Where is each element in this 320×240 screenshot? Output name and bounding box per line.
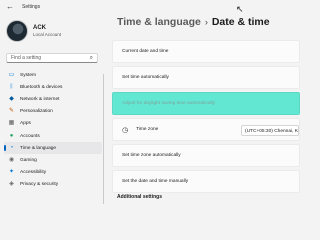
sidebar-item-privacy-security[interactable]: ◈ Privacy & security — [4, 179, 102, 191]
sidebar: ACK Local Account Find a setting ⌕ ▭ Syst… — [0, 14, 105, 210]
sidebar-item-gaming[interactable]: ◉ Gaming — [4, 154, 102, 166]
breadcrumb: Time & language › Date & time — [117, 16, 270, 28]
search-icon[interactable]: ⌕ — [90, 55, 93, 62]
sidebar-item-network-internet[interactable]: ◆ Network & internet — [4, 93, 102, 105]
sidebar-item-accessibility[interactable]: ✦ Accessibility — [4, 167, 102, 179]
sidebar-item-label: Privacy & security — [20, 182, 59, 188]
breadcrumb-parent[interactable]: Time & language — [117, 16, 201, 28]
user-name: ACK — [33, 25, 46, 31]
set-time-zone-automatically-row[interactable]: Set time zone automatically — [112, 144, 300, 167]
additional-settings-heading: Additional settings — [117, 194, 162, 200]
sidebar-item-bluetooth-devices[interactable]: ᛒ Bluetooth & devices — [4, 81, 102, 93]
daylight-saving-label: Adjust for daylight saving time automati… — [122, 101, 216, 106]
sidebar-item-apps[interactable]: ▦ Apps — [4, 118, 102, 130]
sidebar-item-label: System — [20, 72, 36, 78]
sidebar-item-label: Personalization — [20, 109, 53, 115]
sidebar-item-label: Gaming — [20, 157, 37, 163]
current-date-time-row: Current date and time — [112, 40, 300, 63]
current-date-time-label: Current date and time — [122, 49, 169, 54]
sidebar-item-label: Apps — [20, 121, 31, 127]
search-input[interactable]: Find a setting ⌕ — [6, 53, 98, 63]
time-zone-label: Time zone — [136, 127, 159, 132]
set-time-zone-automatically-label: Set time zone automatically — [122, 153, 181, 158]
account-type: Local Account — [33, 32, 62, 37]
sidebar-item-label: Network & internet — [20, 96, 60, 102]
page-title: Date & time — [211, 16, 270, 28]
sidebar-item-label: Bluetooth & devices — [20, 84, 63, 90]
daylight-saving-row[interactable]: Adjust for daylight saving time automati… — [112, 92, 300, 115]
set-time-automatically-row[interactable]: Set time automatically — [112, 66, 300, 89]
app-title: Settings — [22, 4, 41, 10]
title-bar: ← Settings — [0, 0, 300, 14]
apps-icon: ▦ — [8, 120, 15, 127]
sidebar-item-personalization[interactable]: ✎ Personalization — [4, 106, 102, 118]
brush-icon: ✎ — [8, 108, 15, 115]
set-time-automatically-label: Set time automatically — [122, 75, 169, 80]
search-placeholder: Find a setting — [11, 55, 42, 61]
time-zone-dropdown[interactable]: (UTC+05:30) Chennai, Kolkata — [241, 125, 299, 136]
user-profile[interactable]: ACK Local Account — [6, 20, 61, 42]
bluetooth-icon: ᛒ — [9, 83, 14, 90]
sidebar-scrollbar[interactable] — [103, 74, 104, 204]
avatar[interactable] — [6, 20, 28, 42]
sidebar-item-label: Time & language — [20, 145, 57, 151]
time-zone-row: ◷ Time zone (UTC+05:30) Chennai, Kolkata — [112, 118, 300, 141]
sidebar-item-label: Accessibility — [20, 170, 47, 176]
sidebar-item-accounts[interactable]: ● Accounts — [4, 130, 102, 142]
shield-icon: ◈ — [9, 181, 14, 188]
monitor-icon: ▭ — [8, 71, 15, 78]
chevron-right-icon: › — [204, 17, 208, 27]
sidebar-item-time-language[interactable]: ◔ Time & language — [4, 142, 102, 155]
sidebar-nav: ▭ System ᛒ Bluetooth & devices ◆ Network & in… — [4, 69, 102, 191]
main-content: Time & language › Date & time Current da… — [112, 14, 300, 210]
controller-icon: ◉ — [8, 156, 15, 163]
person-icon: ● — [9, 132, 14, 139]
set-date-time-manually-label: Set the date and time manually — [122, 179, 189, 184]
globe-clock-icon: ◔ — [9, 144, 14, 151]
clock-icon: ◷ — [122, 126, 129, 134]
sidebar-item-system[interactable]: ▭ System — [4, 69, 102, 81]
back-arrow-icon[interactable]: ← — [4, 1, 16, 13]
accessibility-icon: ✦ — [8, 169, 15, 176]
network-icon: ◆ — [9, 95, 14, 102]
sidebar-item-label: Accounts — [20, 133, 40, 139]
set-date-time-manually-row[interactable]: Set the date and time manually — [112, 170, 300, 193]
